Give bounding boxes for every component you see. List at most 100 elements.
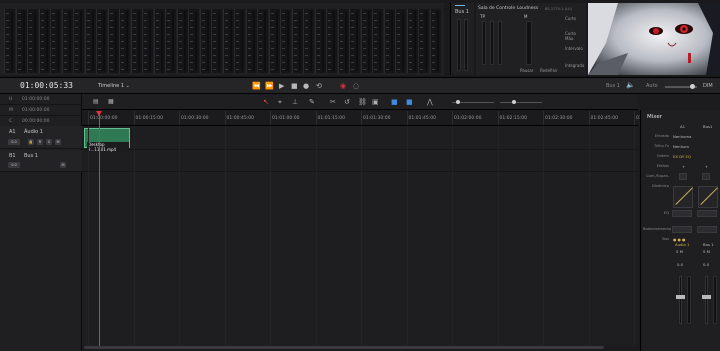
meter-tick	[144, 34, 147, 35]
flag-icon[interactable]: ■	[391, 97, 398, 107]
input-selector[interactable]: Nenhuma	[673, 134, 691, 139]
selection-tool-icon[interactable]: ↖	[263, 97, 269, 107]
range-tool-icon[interactable]: ⌖	[278, 97, 282, 107]
play-button[interactable]: ▶	[279, 81, 284, 91]
fader-bus1-track[interactable]	[705, 276, 708, 324]
pencil-tool-icon[interactable]: ✎	[309, 97, 315, 107]
dynamics-bus1-graph[interactable]	[698, 186, 718, 208]
timeline-selector[interactable]: Timeline 1 ⌄	[98, 83, 130, 89]
meter-tick	[351, 62, 354, 63]
view-options-icon[interactable]: ▤	[93, 97, 99, 107]
stop-button[interactable]: ■	[291, 81, 298, 91]
track-meter	[257, 9, 268, 73]
fader-a1-track[interactable]	[679, 276, 682, 324]
track-header-b1[interactable]: B1 Bus 1 0.0 M	[0, 150, 82, 172]
track-lane-a1[interactable]: Desktop 2...11.01.mp4	[82, 126, 638, 152]
pan-bus1-control[interactable]	[697, 226, 717, 233]
meter-tick	[362, 55, 366, 56]
track-name[interactable]: Áudio 1	[24, 129, 43, 135]
meter-tick	[328, 48, 331, 49]
zoom-slider-2[interactable]	[500, 102, 542, 103]
zoom-slider-2-thumb[interactable]	[512, 100, 516, 104]
solo-mute-a1[interactable]: S M	[676, 249, 683, 254]
rewind-button[interactable]: ⏪	[252, 81, 261, 91]
add-effect-bus1-icon[interactable]: +	[705, 164, 708, 169]
comp-bus1-button[interactable]	[702, 173, 710, 180]
solo-mute-bus1[interactable]: S M	[703, 249, 710, 254]
timecode-row-label: C	[9, 119, 13, 124]
marker-icon[interactable]: ■	[406, 97, 413, 107]
timeline-tracks[interactable]: Desktop 2...11.01.mp4	[82, 126, 638, 346]
tab-control-room[interactable]: Sala de Controle	[478, 6, 515, 11]
meter-tick	[408, 48, 412, 49]
track-level[interactable]: 0.0	[8, 162, 20, 168]
sync-icon[interactable]: ◌	[353, 81, 359, 91]
meter-tick	[144, 69, 147, 70]
automation-toggle[interactable]: Auto	[646, 83, 658, 89]
tab-loudness[interactable]: Loudness	[517, 6, 538, 11]
pause-button[interactable]: Pausar	[520, 68, 533, 73]
meter-tick	[144, 55, 147, 56]
comp-a1-button[interactable]	[679, 173, 687, 180]
timeline-gridline	[634, 126, 635, 346]
meter-tick	[385, 62, 389, 63]
timeline-ruler[interactable]: 01:00:00:00 01:00:15:00 01:00:30:00 01:00:4…	[82, 110, 663, 126]
loudness-standard[interactable]: BS.1770-1 (LU)	[545, 7, 572, 11]
image-icon[interactable]: ▣	[372, 97, 379, 107]
dynamics-a1-graph[interactable]	[673, 186, 693, 208]
meter-tick	[167, 55, 170, 56]
eq-bus1-graph[interactable]	[697, 210, 717, 217]
meter-tick	[213, 62, 216, 63]
loop-button[interactable]: ⟲	[316, 81, 322, 91]
meter-tick	[167, 20, 170, 21]
record-button[interactable]: ●	[303, 81, 309, 91]
horizontal-scrollbar[interactable]	[84, 346, 604, 349]
ruler-label: 01:00:15:00	[135, 116, 163, 121]
ruler-tick	[315, 111, 317, 125]
mute-button[interactable]: M	[60, 162, 66, 168]
add-effect-a1-icon[interactable]: +	[682, 164, 685, 169]
output-bus-selector[interactable]: Bus 1	[606, 83, 620, 89]
eq-a1-graph[interactable]	[672, 210, 692, 217]
solo-button[interactable]: S	[46, 139, 52, 145]
meter-tick	[385, 41, 389, 42]
track-level[interactable]: 0.0	[8, 139, 20, 145]
trim-tool-icon[interactable]: ⊥	[292, 97, 298, 107]
meter-tick	[351, 55, 354, 56]
meter-tick	[351, 69, 354, 70]
record-arm-icon[interactable]: ◉	[340, 81, 346, 91]
fast-forward-button[interactable]: ⏩	[265, 81, 274, 91]
meter-tick	[420, 55, 423, 56]
fader-bus1-cap[interactable]	[702, 295, 711, 299]
record-arm-button[interactable]: R	[37, 139, 43, 145]
monitor-volume-slider[interactable]	[665, 84, 697, 89]
track-header-a1[interactable]: A1 Áudio 1 0.0 🔒 R S M	[0, 126, 82, 149]
snap-icon[interactable]: ↺	[344, 97, 350, 107]
playhead[interactable]	[99, 112, 100, 346]
waveform-zoom-icon[interactable]: ⋀	[427, 97, 433, 107]
order-selector[interactable]: EX DY EQ	[673, 154, 691, 159]
meter-tick	[190, 48, 193, 49]
timecode-row-value: 01:00:00:00	[22, 108, 50, 113]
meter-tick	[224, 62, 228, 63]
pan-a1-control[interactable]	[672, 226, 692, 233]
track-fx-selector[interactable]: Nenhum	[673, 144, 689, 149]
meter-tick	[213, 27, 216, 28]
bus-meter-bar-right	[464, 19, 468, 71]
dim-button[interactable]: DIM	[703, 83, 713, 89]
track-lane-b1[interactable]	[82, 150, 638, 172]
link-icon[interactable]: ⛓	[358, 97, 367, 107]
mute-button[interactable]: M	[55, 139, 61, 145]
razor-tool-icon[interactable]: ✂	[330, 97, 336, 107]
speaker-icon[interactable]: 🔈	[626, 80, 635, 90]
reset-button[interactable]: Redefinir	[540, 68, 558, 73]
audio-clip[interactable]: Desktop 2...11.01.mp4	[84, 128, 130, 152]
meter-tick	[305, 13, 308, 14]
video-viewer-thumbnail	[588, 3, 720, 75]
meter-tick	[63, 13, 67, 14]
fader-a1-cap[interactable]	[676, 295, 685, 299]
track-name[interactable]: Bus 1	[24, 153, 38, 159]
lock-icon[interactable]: 🔒	[28, 139, 34, 145]
layout-icon[interactable]: ▦	[108, 97, 114, 107]
zoom-slider-1-thumb[interactable]	[456, 100, 460, 104]
